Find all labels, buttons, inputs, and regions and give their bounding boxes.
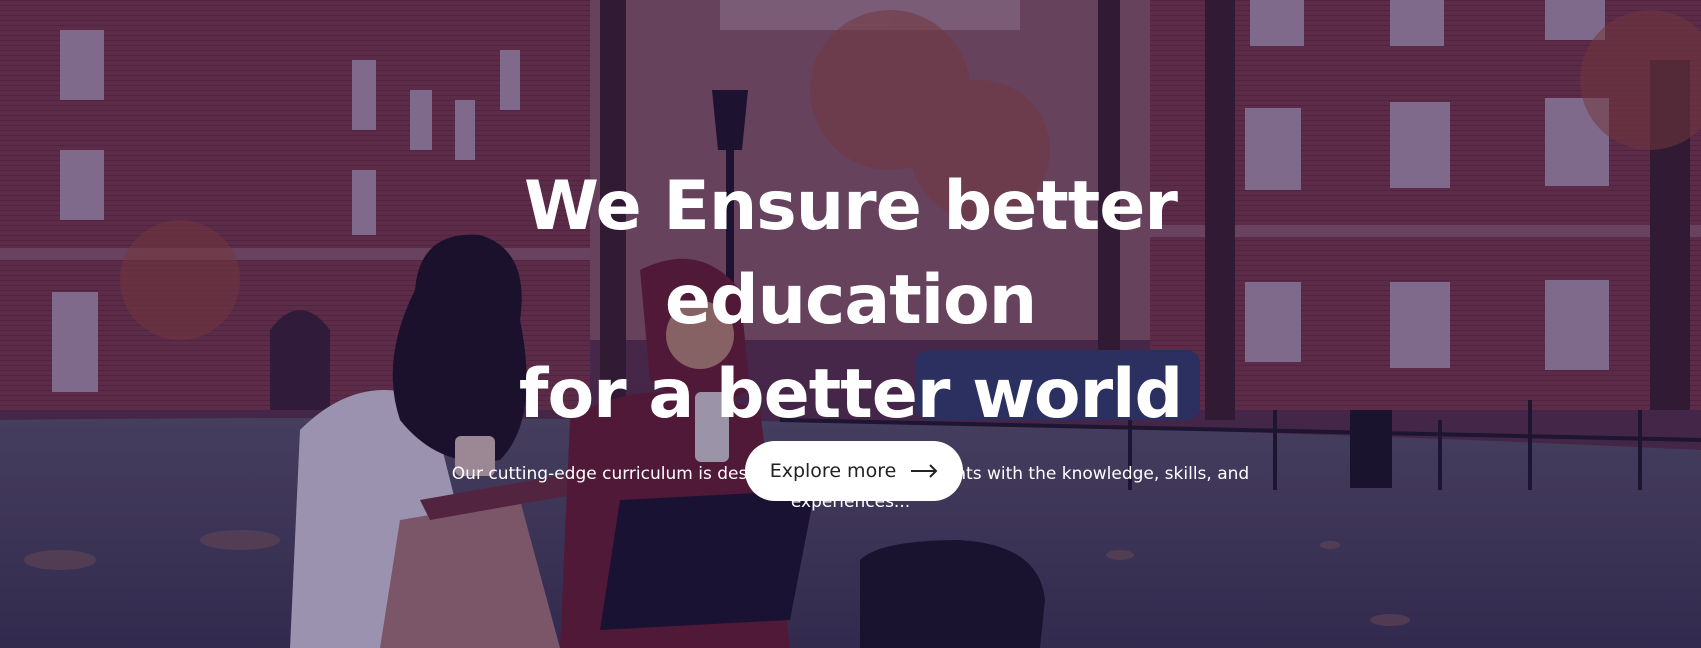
arrow-right-icon (911, 464, 938, 478)
hero-title-line-1: We Ensure better education (524, 167, 1178, 340)
explore-more-button[interactable]: Explore more (745, 441, 963, 501)
hero-title: We Ensure better education for a better … (351, 160, 1351, 442)
hero-section: We Ensure better education for a better … (0, 0, 1701, 648)
hero-title-line-2: for a better world (518, 355, 1183, 434)
explore-more-label: Explore more (769, 460, 897, 482)
